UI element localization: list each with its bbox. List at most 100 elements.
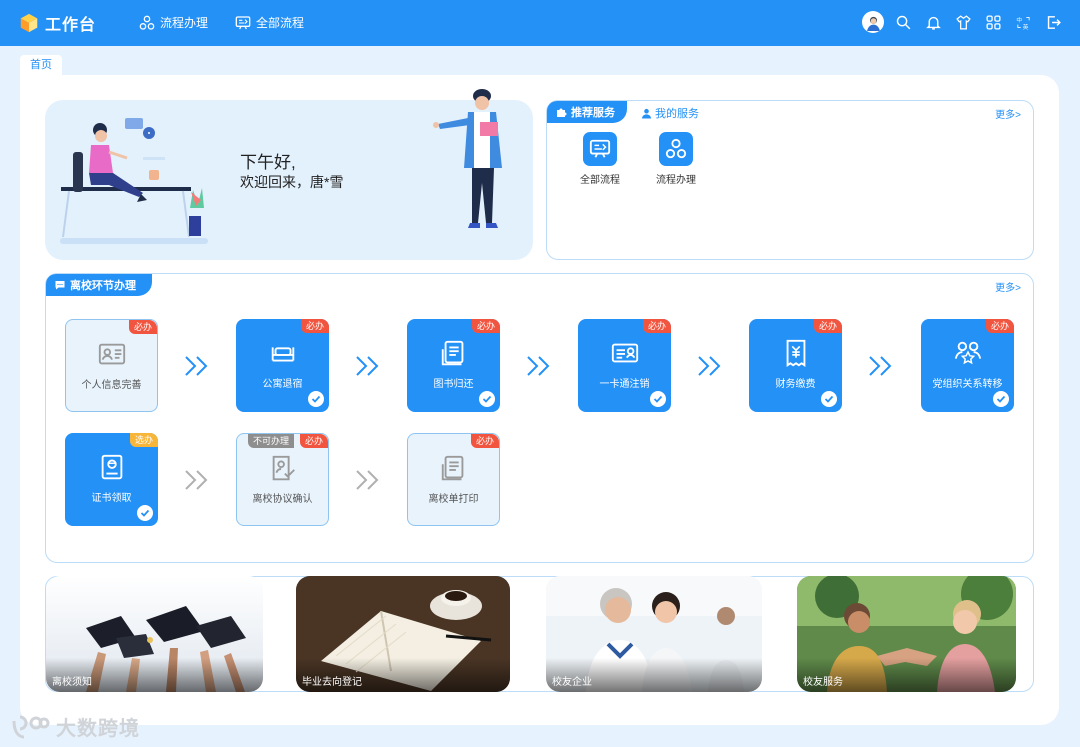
avatar[interactable] — [862, 11, 884, 33]
nav-flow-handling[interactable]: 流程办理 — [139, 14, 208, 31]
banner-graduate-destination[interactable]: 毕业去向登记 — [296, 576, 510, 692]
app-logo[interactable]: 工作台 — [18, 11, 96, 35]
step-label: 图书归还 — [433, 379, 474, 390]
required-badge: 必办 — [813, 319, 842, 333]
flow-icon — [665, 138, 687, 159]
step-personal-info[interactable]: 必办 个人信息完善 — [65, 319, 158, 412]
watermark-logo-icon — [12, 715, 50, 738]
print-icon — [438, 452, 470, 484]
top-bar: 工作台 流程办理 全部流程 中英 — [0, 0, 1080, 46]
service-label: 全部流程 — [580, 175, 620, 186]
greeting-text: 下午好, — [240, 153, 296, 172]
banner-label: 校友企业 — [552, 677, 592, 688]
step-label: 一卡通注销 — [599, 379, 650, 390]
check-icon — [650, 391, 666, 407]
bell-icon[interactable] — [922, 11, 944, 33]
required-badge: 必办 — [299, 434, 328, 448]
flow-icon — [139, 15, 155, 30]
search-icon[interactable] — [892, 11, 914, 33]
more-link[interactable]: 更多> — [995, 106, 1021, 121]
id-card-icon — [96, 338, 128, 370]
leave-title: 离校环节办理 — [70, 280, 136, 292]
required-badge: 必办 — [470, 434, 499, 448]
step-label: 财务缴费 — [775, 379, 816, 390]
leave-school-card: 离校环节办理 更多> — [45, 273, 1034, 563]
puzzle-icon — [557, 108, 567, 117]
service-label: 流程办理 — [656, 175, 696, 186]
banner-label: 离校须知 — [52, 677, 92, 688]
people-icon — [952, 337, 984, 369]
svg-text:英: 英 — [1022, 22, 1028, 30]
all-flow-icon — [235, 15, 251, 29]
chevron-right-double-icon — [696, 354, 724, 378]
chat-icon — [55, 281, 65, 290]
check-icon — [821, 391, 837, 407]
more-link[interactable]: 更多> — [995, 279, 1021, 294]
required-badge: 必办 — [471, 319, 500, 333]
user-icon — [641, 108, 652, 119]
check-icon — [993, 391, 1009, 407]
required-badge: 必办 — [985, 319, 1014, 333]
service-flow-handling[interactable]: 流程办理 — [646, 132, 706, 186]
leave-school-title-tab: 离校环节办理 — [46, 274, 152, 296]
svg-text:中: 中 — [1016, 15, 1022, 23]
required-badge: 必办 — [300, 319, 329, 333]
bill-icon — [780, 337, 812, 369]
step-label: 离校单打印 — [428, 494, 479, 505]
logout-icon[interactable] — [1042, 11, 1064, 33]
recommend-services-card: 推荐服务 我的服务 更多> 全部流程 流程办理 — [546, 100, 1034, 260]
card-icon — [609, 337, 641, 369]
step-leave-agreement[interactable]: 不可办理 必办 离校协议确认 — [236, 433, 329, 526]
language-icon[interactable]: 中英 — [1012, 11, 1034, 33]
apps-grid-icon[interactable] — [982, 11, 1004, 33]
banner-leave-notice[interactable]: 离校须知 — [46, 576, 263, 692]
optional-badge: 选办 — [129, 433, 158, 447]
step-label: 个人信息完善 — [81, 380, 142, 391]
tab-label: 推荐服务 — [571, 107, 615, 119]
user-avatar-icon — [866, 16, 880, 31]
unavailable-badge: 不可办理 — [247, 434, 294, 448]
step-leave-form-print[interactable]: 必办 离校单打印 — [407, 433, 500, 526]
chevron-right-double-icon — [867, 354, 895, 378]
shirt-icon[interactable] — [952, 11, 974, 33]
chevron-right-double-icon — [354, 468, 382, 492]
required-badge: 必办 — [128, 320, 157, 334]
app-title: 工作台 — [45, 17, 97, 34]
book-icon — [438, 337, 470, 369]
service-all-flows[interactable]: 全部流程 — [570, 132, 630, 186]
welcome-card: 下午好, 欢迎回来，唐*雪 — [45, 89, 533, 260]
certificate-icon — [96, 451, 128, 483]
banner-label: 校友服务 — [803, 677, 843, 688]
welcome-message: 欢迎回来，唐*雪 — [240, 174, 344, 190]
banner-alumni-service[interactable]: 校友服务 — [797, 576, 1016, 692]
check-icon — [308, 391, 324, 407]
all-flow-icon — [589, 139, 611, 158]
step-label: 证书领取 — [91, 493, 132, 504]
chevron-right-double-icon — [183, 354, 211, 378]
required-badge: 必办 — [642, 319, 671, 333]
chevron-right-double-icon — [183, 468, 211, 492]
step-label: 离校协议确认 — [252, 494, 313, 505]
step-party-transfer[interactable]: 必办 党组织关系转移 — [921, 319, 1014, 412]
nav-all-flows[interactable]: 全部流程 — [235, 14, 304, 31]
tab-my-services[interactable]: 我的服务 — [641, 105, 699, 121]
tab-recommend-services[interactable]: 推荐服务 — [547, 101, 627, 123]
bed-icon — [267, 337, 299, 369]
tab-home[interactable]: 首页 — [20, 55, 62, 77]
check-icon — [479, 391, 495, 407]
desk-illustration — [60, 118, 208, 244]
chevron-right-double-icon — [525, 354, 553, 378]
step-certificate[interactable]: 选办 证书领取 — [65, 433, 158, 526]
top-right-toolbar: 中英 — [854, 11, 1064, 33]
nav-label: 全部流程 — [256, 16, 305, 30]
step-book-return[interactable]: 必办 图书归还 — [407, 319, 500, 412]
step-campus-card-cancel[interactable]: 必办 一卡通注销 — [578, 319, 671, 412]
step-finance-payment[interactable]: 必办 财务缴费 — [749, 319, 842, 412]
banner-alumni-enterprise[interactable]: 校友企业 — [546, 576, 762, 692]
tab-label: 我的服务 — [655, 108, 699, 120]
step-label: 党组织关系转移 — [932, 379, 1003, 390]
nav-label: 流程办理 — [160, 16, 209, 30]
step-dorm-checkout[interactable]: 必办 公寓退宿 — [236, 319, 329, 412]
chevron-right-double-icon — [354, 354, 382, 378]
cube-logo-icon — [20, 13, 38, 33]
